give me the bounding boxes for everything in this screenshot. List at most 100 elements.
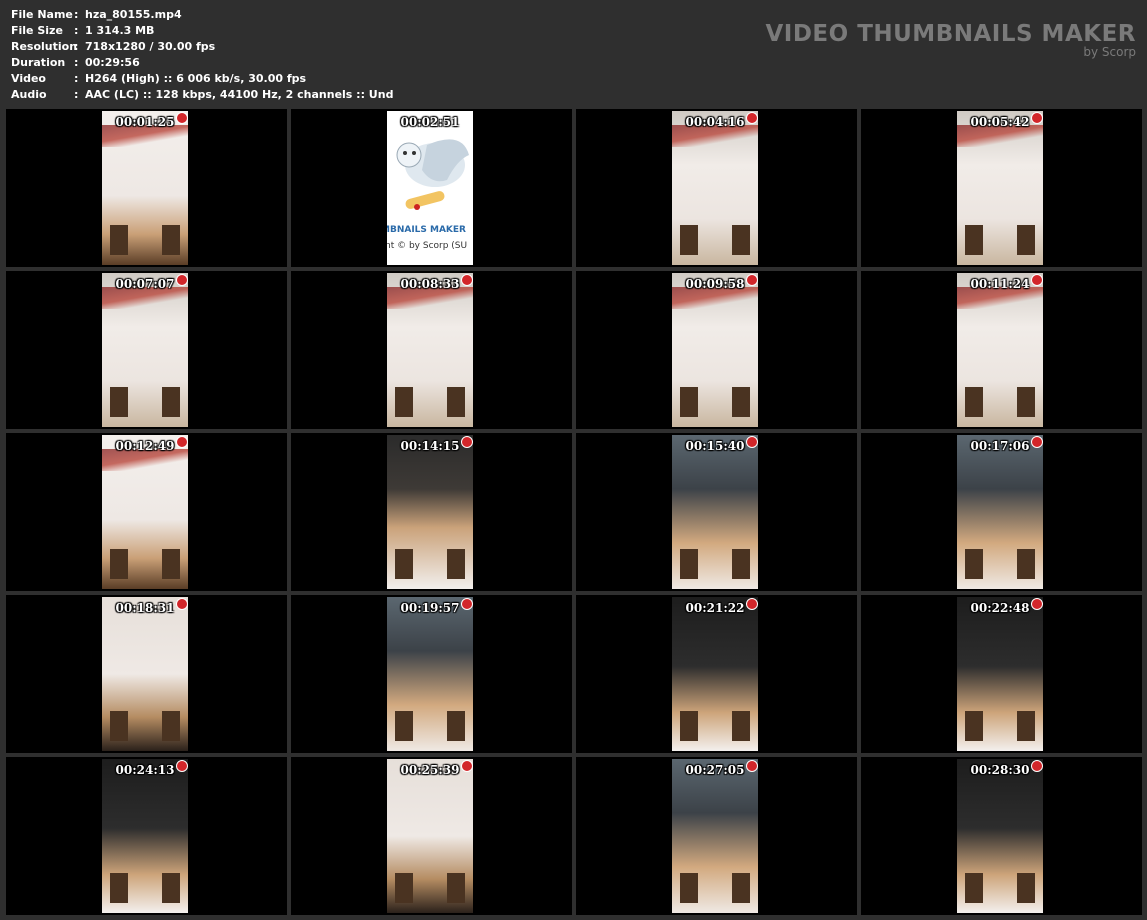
frame-detail [110, 549, 128, 579]
frame-detail [162, 225, 180, 255]
frame-detail [732, 225, 750, 255]
frame-detail [732, 387, 750, 417]
info-key: Duration [11, 56, 66, 69]
frame-detail [1017, 225, 1035, 255]
info-value: 1 314.3 MB [85, 24, 155, 37]
frame-detail [1017, 549, 1035, 579]
thumbnail-cell: 00:25:39 [291, 757, 572, 915]
timestamp: 00:28:30 [970, 763, 1030, 777]
frame-detail [680, 711, 698, 741]
timestamp: 00:05:42 [970, 115, 1030, 129]
thumbnail-frame [387, 435, 473, 589]
info-separator: : [74, 40, 79, 53]
thumbnail-frame [102, 111, 188, 265]
frame-detail [680, 225, 698, 255]
timestamp: 00:24:13 [115, 763, 175, 777]
frame-detail [395, 873, 413, 903]
frame-detail [965, 873, 983, 903]
frame-detail [447, 387, 465, 417]
file-info-row: File Name : hza_80155.mp4 [11, 7, 393, 23]
thumbnail-cell: 00:01:25 [6, 109, 287, 267]
thumbnail-frame [672, 597, 758, 751]
info-header: File Name : hza_80155.mp4 File Size : 1 … [0, 0, 1147, 106]
frame-detail [110, 873, 128, 903]
timestamp: 00:14:15 [400, 439, 460, 453]
logo-copyright: nt © by Scorp (SU [387, 241, 468, 251]
thumbnail-cell: 00:04:16 [576, 109, 857, 267]
frame-detail [965, 387, 983, 417]
info-key: Video [11, 72, 46, 85]
frame-detail [162, 873, 180, 903]
thumbnail-frame [672, 759, 758, 913]
thumbnail-frame [387, 273, 473, 427]
thumbnail-frame [102, 759, 188, 913]
frame-detail [1017, 873, 1035, 903]
owl-logo-icon [396, 139, 469, 210]
info-separator: : [74, 24, 79, 37]
frame-detail [162, 387, 180, 417]
frame-detail [110, 225, 128, 255]
file-info-row: Audio : AAC (LC) :: 128 kbps, 44100 Hz, … [11, 87, 393, 103]
info-separator: : [74, 72, 79, 85]
thumbnail-frame [672, 273, 758, 427]
thumbnail-cell: 00:11:24 [861, 271, 1142, 429]
thumbnail-frame [102, 435, 188, 589]
thumbnail-cell: 00:17:06 [861, 433, 1142, 591]
info-value: 00:29:56 [85, 56, 140, 69]
thumbnail-frame [672, 435, 758, 589]
info-key: File Name [11, 8, 73, 21]
frame-detail [447, 873, 465, 903]
thumbnail-cell: 00:19:57 [291, 595, 572, 753]
timestamp: 00:01:25 [115, 115, 175, 129]
thumbnail-frame [102, 597, 188, 751]
thumbnail-cell: 00:28:30 [861, 757, 1142, 915]
frame-detail [965, 549, 983, 579]
timestamp: 00:07:07 [115, 277, 175, 291]
timestamp: 00:19:57 [400, 601, 460, 615]
thumbnail-frame [672, 111, 758, 265]
info-separator: : [74, 88, 79, 101]
thumbnail-frame [387, 597, 473, 751]
info-value: hza_80155.mp4 [85, 8, 182, 21]
frame-detail [395, 549, 413, 579]
thumbnail-cell: 00:12:49 [6, 433, 287, 591]
info-separator: : [74, 56, 79, 69]
file-info-list: File Name : hza_80155.mp4 File Size : 1 … [11, 7, 393, 103]
frame-detail [732, 711, 750, 741]
file-info-row: File Size : 1 314.3 MB [11, 23, 393, 39]
frame-detail [680, 549, 698, 579]
brand-watermark: VIDEO THUMBNAILS MAKER by Scorp [765, 20, 1136, 58]
frame-detail [965, 711, 983, 741]
thumbnail-frame [957, 273, 1043, 427]
info-value: H264 (High) :: 6 006 kb/s, 30.00 fps [85, 72, 307, 85]
info-key: Resolution [11, 40, 78, 53]
thumbnail-frame [957, 597, 1043, 751]
info-separator: : [74, 8, 79, 21]
frame-detail [447, 549, 465, 579]
frame-detail [110, 711, 128, 741]
thumbnail-frame [102, 273, 188, 427]
timestamp: 00:21:22 [685, 601, 745, 615]
thumbnail-cell: 00:15:40 [576, 433, 857, 591]
timestamp: 00:11:24 [970, 277, 1030, 291]
frame-detail [732, 873, 750, 903]
frame-detail [395, 711, 413, 741]
thumbnail-frame [957, 759, 1043, 913]
timestamp: 00:18:31 [115, 601, 175, 615]
file-info-row: Duration : 00:29:56 [11, 55, 393, 71]
frame-detail [732, 549, 750, 579]
timestamp: 00:09:58 [685, 277, 745, 291]
thumbnail-cell: 00:18:31 [6, 595, 287, 753]
thumbnail-frame [957, 435, 1043, 589]
frame-detail [162, 549, 180, 579]
thumbnail-grid: 00:01:25 MBNAILS MAKER nt © by Scorp (SU 00… [6, 109, 1142, 915]
thumbnail-frame [957, 111, 1043, 265]
timestamp: 00:04:16 [685, 115, 745, 129]
timestamp: 00:25:39 [400, 763, 460, 777]
timestamp: 00:02:51 [400, 115, 460, 129]
thumbnail-frame [387, 759, 473, 913]
thumbnail-cell: 00:21:22 [576, 595, 857, 753]
info-value: 718x1280 / 30.00 fps [85, 40, 216, 53]
logo-frame: MBNAILS MAKER nt © by Scorp (SU [387, 111, 473, 265]
frame-detail [965, 225, 983, 255]
